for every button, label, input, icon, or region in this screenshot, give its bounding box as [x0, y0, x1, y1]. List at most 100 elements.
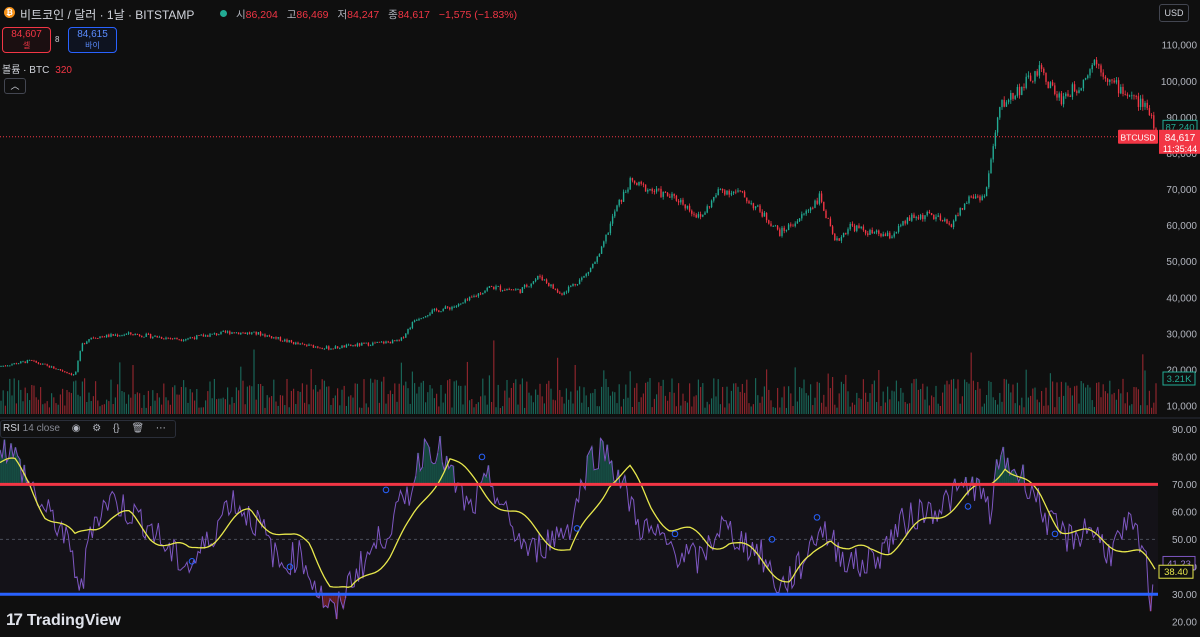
- volume-bar: [590, 393, 592, 414]
- candle-body: [310, 344, 312, 346]
- volume-bar: [464, 385, 466, 414]
- volume-bar: [955, 388, 957, 414]
- volume-bar: [684, 401, 686, 414]
- volume-bar: [1118, 389, 1120, 414]
- candle-body: [790, 224, 792, 226]
- candle-body: [198, 335, 200, 336]
- source-code-icon[interactable]: {}: [113, 421, 120, 437]
- candle-body: [884, 234, 887, 237]
- candle-body: [1104, 76, 1107, 79]
- candle-body: [264, 334, 266, 337]
- candle-body: [739, 190, 741, 192]
- candle-body: [1058, 93, 1060, 98]
- volume-bar: [312, 389, 314, 414]
- volume-bar: [596, 406, 598, 414]
- candle-body: [0, 366, 2, 367]
- candle-body: [1027, 75, 1030, 77]
- candle-body: [431, 310, 433, 314]
- volume-bar: [499, 407, 501, 414]
- candle-body: [255, 331, 257, 335]
- volume-bar: [1131, 404, 1133, 414]
- trash-icon[interactable]: 🗑: [131, 421, 144, 437]
- volume-bar: [178, 394, 180, 414]
- candle-body: [407, 329, 409, 334]
- candle-body: [424, 316, 427, 318]
- candle-body: [149, 333, 152, 338]
- volume-bar: [240, 366, 242, 414]
- tradingview-logo[interactable]: 17 TradingView: [6, 610, 121, 630]
- volume-bar: [975, 390, 977, 414]
- candle-body: [693, 213, 695, 215]
- candle-body: [112, 334, 114, 336]
- candle-body: [391, 340, 394, 344]
- candle-body: [565, 291, 568, 293]
- volume-bar: [458, 385, 460, 414]
- candle-body: [561, 293, 563, 295]
- eye-icon[interactable]: ◉: [72, 421, 81, 437]
- candle-body: [981, 196, 983, 201]
- volume-bar: [689, 383, 691, 414]
- volume-bar: [834, 404, 836, 414]
- volume-bar: [332, 398, 334, 414]
- volume-bar: [759, 402, 761, 414]
- volume-bar: [233, 402, 235, 414]
- volume-bar: [343, 385, 345, 414]
- candle-body: [748, 201, 750, 204]
- volume-bar: [706, 401, 708, 414]
- candle-body: [946, 219, 948, 224]
- candle-body: [339, 348, 341, 349]
- more-icon[interactable]: ⋯: [156, 421, 166, 437]
- candle-body: [270, 336, 273, 339]
- candle-body: [121, 335, 123, 336]
- volume-bar: [548, 380, 550, 414]
- volume-bar: [95, 381, 97, 414]
- volume-bar: [20, 389, 22, 414]
- volume-bar: [972, 380, 974, 414]
- candle-body: [541, 276, 543, 281]
- volume-bar: [40, 387, 42, 414]
- candle-body: [383, 341, 385, 344]
- candle-body: [724, 190, 726, 195]
- candle-body: [827, 218, 829, 219]
- candle-body: [911, 214, 913, 221]
- volume-bar: [213, 378, 215, 414]
- candle-body: [1133, 95, 1135, 97]
- volume-bar: [968, 383, 970, 414]
- volume-bar: [119, 362, 121, 414]
- candle-body: [915, 217, 917, 219]
- volume-bar: [167, 400, 169, 414]
- candle-body: [521, 287, 524, 293]
- candle-body: [519, 289, 521, 293]
- candle-body: [299, 343, 301, 345]
- volume-bar: [220, 398, 222, 414]
- candle-body: [160, 336, 163, 339]
- volume-bar: [301, 383, 303, 414]
- candle-body: [218, 334, 220, 336]
- last-price-label: 84,617: [1165, 133, 1196, 144]
- candle-body: [11, 364, 13, 366]
- volume-bar: [788, 386, 790, 414]
- settings-icon[interactable]: ⚙: [92, 421, 101, 437]
- price-candles: [0, 56, 1157, 376]
- volume-bar: [1113, 392, 1115, 414]
- volume-bar: [235, 387, 237, 414]
- volume-bar: [75, 380, 77, 414]
- rsi-tick-label: 90.00: [1172, 425, 1197, 436]
- candle-body: [508, 289, 510, 290]
- rsi-legend[interactable]: RSI 14 close ◉ ⚙ {} 🗑 ⋯: [0, 420, 176, 438]
- candle-body: [576, 284, 579, 286]
- volume-bar: [704, 407, 706, 414]
- rsi-axis: 90.0080.0070.0060.0050.0040.0030.0020.00…: [1158, 420, 1200, 637]
- volume-bar: [242, 380, 244, 414]
- volume-bar: [1133, 386, 1135, 414]
- candle-body: [754, 206, 757, 209]
- candle-body: [627, 189, 629, 192]
- candle-body: [154, 335, 156, 337]
- volume-bar: [616, 403, 618, 414]
- volume-bar: [114, 397, 116, 414]
- candle-body: [2, 365, 4, 367]
- volume-bar: [266, 395, 268, 414]
- volume-bar: [1003, 378, 1005, 414]
- candle-body: [119, 335, 121, 337]
- chart-canvas[interactable]: 110,000100,00090,00080,00070,00060,00050…: [0, 0, 1200, 637]
